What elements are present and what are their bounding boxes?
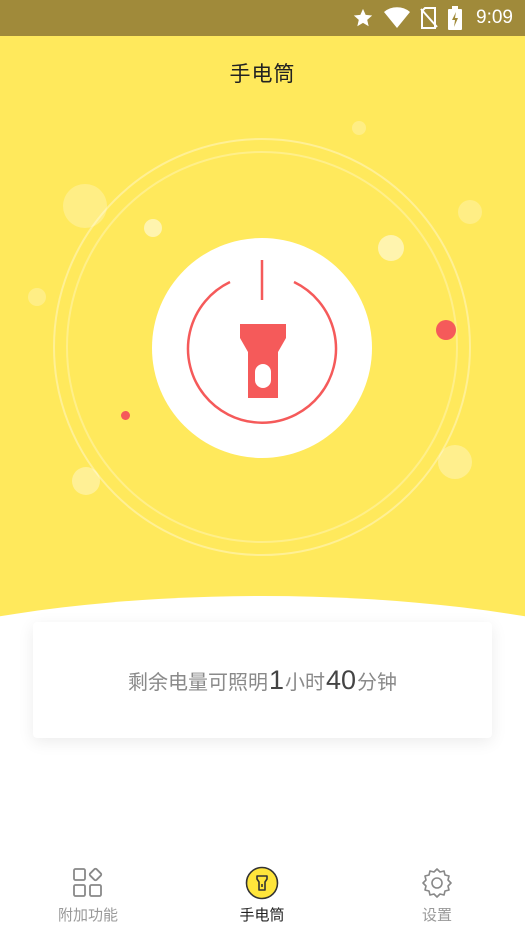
- battery-charging-icon: [448, 6, 463, 30]
- tab-extra-features[interactable]: 附加功能: [18, 866, 158, 930]
- bubble-decoration: [72, 467, 100, 495]
- no-sim-icon: [420, 7, 438, 29]
- battery-minutes-unit: 分钟: [357, 669, 398, 694]
- status-icons: 9:09: [352, 6, 513, 30]
- bubble-decoration: [436, 320, 456, 340]
- battery-hours-unit: 小时: [284, 669, 325, 694]
- tab-flashlight[interactable]: 手电筒: [192, 866, 332, 930]
- wifi-icon: [384, 7, 411, 29]
- battery-info-card: 剩余电量可照明 1 小时 40 分钟: [33, 622, 492, 738]
- flashlight-toggle-button[interactable]: [152, 238, 372, 458]
- bubble-decoration: [144, 219, 162, 237]
- gear-icon: [422, 868, 452, 898]
- battery-info-prefix: 剩余电量可照明: [127, 669, 268, 694]
- bubble-decoration: [458, 200, 482, 224]
- grid-icon: [73, 867, 103, 897]
- tab-flashlight-label: 手电筒: [239, 906, 285, 924]
- power-flashlight-icon: [186, 260, 338, 424]
- flashlight-icon: [245, 866, 279, 900]
- bubble-decoration: [28, 288, 46, 306]
- battery-hours-value: 1: [268, 664, 284, 695]
- bubble-decoration: [378, 235, 404, 261]
- status-bar: 9:09: [0, 0, 525, 36]
- bubble-decoration: [352, 121, 366, 135]
- bubble-decoration: [438, 445, 472, 479]
- star-icon: [353, 8, 373, 27]
- page-title: 手电筒: [229, 62, 296, 86]
- tab-extra-features-label: 附加功能: [57, 906, 118, 924]
- bubble-decoration: [63, 184, 107, 228]
- tab-settings[interactable]: 设置: [367, 866, 507, 930]
- bottom-tab-bar: 附加功能 手电筒 设置: [0, 858, 525, 933]
- battery-minutes-value: 40: [325, 664, 357, 695]
- status-time: 9:09: [476, 7, 513, 28]
- bubble-decoration: [121, 411, 130, 420]
- tab-settings-label: 设置: [421, 906, 452, 924]
